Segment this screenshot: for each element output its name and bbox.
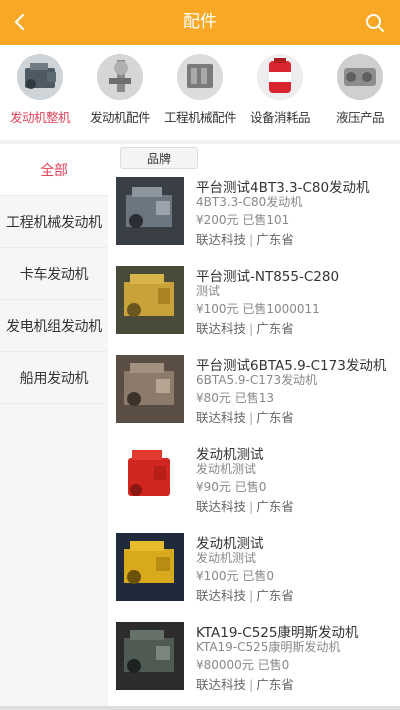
search-button[interactable] (362, 10, 388, 36)
separator: | (249, 321, 254, 336)
top-bar: 配件 (0, 0, 400, 45)
product-subtitle: 发动机测试 (196, 462, 257, 476)
page-title: 配件 (183, 12, 217, 32)
shop-region: 广东省 (256, 499, 294, 514)
separator: | (249, 232, 254, 247)
sidebar-item-all[interactable]: 全部 (0, 144, 108, 196)
shop-region: 广东省 (256, 321, 294, 336)
separator: | (249, 499, 254, 514)
product-price: ¥100元 已售0 (196, 569, 274, 583)
sidebar-item-machinery-engine[interactable]: 工程机械发动机 (0, 196, 108, 248)
product-shop: 联达科技 | 广东省 (196, 318, 294, 337)
product-subtitle: 测试 (196, 284, 221, 298)
product-subtitle: 发动机测试 (196, 551, 257, 565)
product-image (116, 444, 184, 512)
product-price: ¥80元 已售13 (196, 391, 274, 405)
separator: | (249, 677, 254, 692)
product-shop: 联达科技 | 广东省 (196, 496, 294, 515)
shop-name: 联达科技 (196, 588, 247, 603)
shop-region: 广东省 (256, 677, 294, 692)
category-strip: 发动机整机 发动机配件 工程机械配件 设备消耗品 液压产品 (0, 45, 400, 140)
product-item[interactable]: 平台测试4BT3.3-C80发动机 4BT3.3-C80发动机 ¥200元 已售… (108, 177, 400, 265)
shop-name: 联达科技 (196, 677, 247, 692)
sidebar-item-generator-engine[interactable]: 发电机组发动机 (0, 300, 108, 352)
shop-region: 广东省 (256, 410, 294, 425)
shop-region: 广东省 (256, 232, 294, 247)
category-thumbnail (337, 54, 383, 100)
product-price: ¥80000元 已售0 (196, 658, 290, 672)
category-machinery-parts[interactable]: 工程机械配件 (160, 45, 240, 140)
product-item[interactable]: KTA19-C525康明斯发动机 KTA19-C525康明斯发动机 ¥80000… (108, 622, 400, 710)
product-shop: 联达科技 | 广东省 (196, 674, 294, 693)
product-item[interactable]: 发动机测试 发动机测试 ¥100元 已售0 联达科技 | 广东省 (108, 533, 400, 621)
product-subtitle: 6BTA5.9-C173发动机 (196, 373, 318, 387)
shop-name: 联达科技 (196, 321, 247, 336)
category-hydraulic[interactable]: 液压产品 (320, 45, 400, 140)
category-thumbnail (257, 54, 303, 100)
product-image (116, 266, 184, 334)
product-image (116, 355, 184, 423)
chevron-left-icon (14, 13, 25, 31)
product-subtitle: KTA19-C525康明斯发动机 (196, 640, 341, 654)
product-shop: 联达科技 | 广东省 (196, 585, 294, 604)
product-price: ¥200元 已售101 (196, 213, 290, 227)
search-icon (366, 14, 384, 32)
product-item[interactable]: 平台测试-NT855-C280 测试 ¥100元 已售1000011 联达科技 |… (108, 266, 400, 354)
separator: | (249, 588, 254, 603)
category-engine-complete[interactable]: 发动机整机 (0, 45, 80, 140)
shop-name: 联达科技 (196, 499, 247, 514)
sidebar-item-truck-engine[interactable]: 卡车发动机 (0, 248, 108, 300)
bottom-edge (0, 706, 400, 710)
shop-name: 联达科技 (196, 410, 247, 425)
category-engine-parts[interactable]: 发动机配件 (80, 45, 160, 140)
product-price: ¥100元 已售1000011 (196, 302, 320, 316)
product-shop: 联达科技 | 广东省 (196, 229, 294, 248)
category-thumbnail (17, 54, 63, 100)
category-label: 液压产品 (335, 110, 385, 125)
category-label: 发动机配件 (89, 110, 151, 125)
product-price: ¥90元 已售0 (196, 480, 267, 494)
category-label: 工程机械配件 (163, 110, 237, 125)
category-consumables[interactable]: 设备消耗品 (240, 45, 320, 140)
product-image (116, 622, 184, 690)
sidebar: 全部 工程机械发动机 卡车发动机 发电机组发动机 船用发动机 (0, 144, 108, 710)
category-thumbnail (97, 54, 143, 100)
brand-filter-button[interactable]: 品牌 (120, 147, 198, 169)
product-item[interactable]: 平台测试6BTA5.9-C173发动机 6BTA5.9-C173发动机 ¥80元… (108, 355, 400, 443)
product-image (116, 177, 184, 245)
shop-name: 联达科技 (196, 232, 247, 247)
product-image (116, 533, 184, 601)
category-label: 设备消耗品 (249, 110, 311, 125)
product-shop: 联达科技 | 广东省 (196, 407, 294, 426)
separator: | (249, 410, 254, 425)
category-label: 发动机整机 (9, 110, 71, 125)
product-item[interactable]: 发动机测试 发动机测试 ¥90元 已售0 联达科技 | 广东省 (108, 444, 400, 532)
shop-region: 广东省 (256, 588, 294, 603)
sidebar-item-marine-engine[interactable]: 船用发动机 (0, 352, 108, 404)
back-button[interactable] (6, 7, 34, 37)
category-thumbnail (177, 54, 223, 100)
product-subtitle: 4BT3.3-C80发动机 (196, 195, 303, 209)
